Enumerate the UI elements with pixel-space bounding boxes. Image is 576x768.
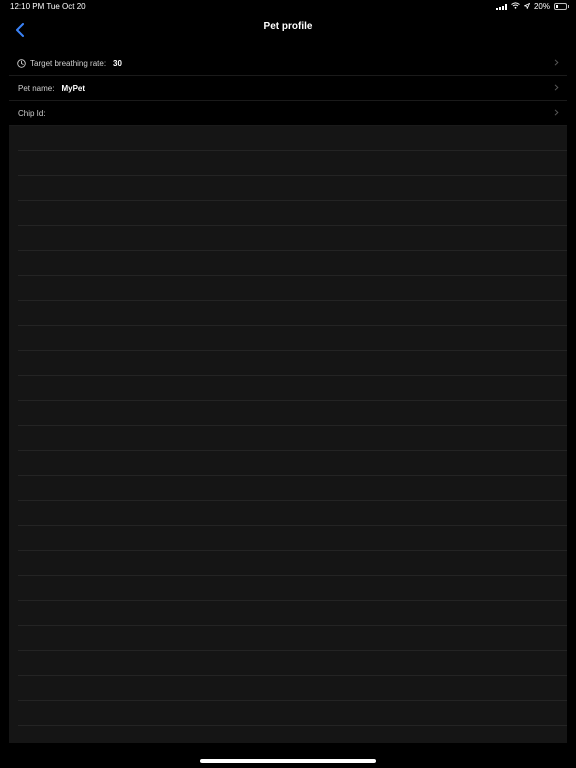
notes-ruled-line xyxy=(18,450,567,451)
notes-ruled-line xyxy=(18,525,567,526)
notes-ruled-line xyxy=(18,325,567,326)
notes-ruled-line xyxy=(18,275,567,276)
notes-ruled-line xyxy=(18,225,567,226)
profile-settings-list: Target breathing rate: 30 Pet name: MyPe… xyxy=(9,51,567,126)
clock-icon xyxy=(17,58,26,68)
cellular-signal-icon xyxy=(495,3,507,10)
notes-ruled-line xyxy=(18,725,567,726)
battery-icon xyxy=(554,3,569,10)
notes-ruled-line xyxy=(18,700,567,701)
notes-area[interactable] xyxy=(9,126,567,743)
navigation-bar: Pet profile xyxy=(0,14,576,46)
notes-ruled-line xyxy=(18,400,567,401)
status-bar: 12:10 PM Tue Oct 20 20% xyxy=(0,0,576,14)
status-indicators: 20% xyxy=(495,2,569,11)
pet-name-row[interactable]: Pet name: MyPet xyxy=(9,76,567,101)
notes-ruled-line xyxy=(18,375,567,376)
wifi-icon xyxy=(511,2,520,11)
notes-ruled-line xyxy=(18,250,567,251)
home-indicator[interactable] xyxy=(200,759,376,763)
notes-ruled-line xyxy=(18,175,567,176)
chip-id-row[interactable]: Chip Id: xyxy=(9,101,567,126)
location-arrow-icon xyxy=(523,2,531,11)
status-time-date: 12:10 PM Tue Oct 20 xyxy=(10,2,86,11)
chip-id-label: Chip Id: xyxy=(18,108,46,118)
notes-ruled-line xyxy=(18,500,567,501)
chevron-right-icon xyxy=(554,59,559,68)
notes-ruled-line xyxy=(18,575,567,576)
chevron-right-icon xyxy=(554,109,559,118)
target-breathing-rate-row[interactable]: Target breathing rate: 30 xyxy=(9,51,567,76)
notes-ruled-line xyxy=(18,300,567,301)
pet-name-label: Pet name: xyxy=(18,83,55,93)
pet-name-value: MyPet xyxy=(61,83,86,93)
notes-ruled-line xyxy=(18,550,567,551)
notes-ruled-line xyxy=(18,475,567,476)
notes-ruled-line xyxy=(18,350,567,351)
notes-ruled-line xyxy=(18,600,567,601)
notes-ruled-line xyxy=(18,200,567,201)
target-breathing-rate-label: Target breathing rate: xyxy=(30,58,107,68)
battery-fill xyxy=(556,5,558,8)
notes-ruled-line xyxy=(18,150,567,151)
page-title: Pet profile xyxy=(263,21,313,32)
battery-percent: 20% xyxy=(533,2,550,11)
notes-ruled-line xyxy=(18,675,567,676)
notes-ruled-line xyxy=(18,425,567,426)
notes-ruled-line xyxy=(18,625,567,626)
notes-ruled-line xyxy=(18,650,567,651)
target-breathing-rate-value: 30 xyxy=(113,58,122,68)
chevron-right-icon xyxy=(554,84,559,93)
